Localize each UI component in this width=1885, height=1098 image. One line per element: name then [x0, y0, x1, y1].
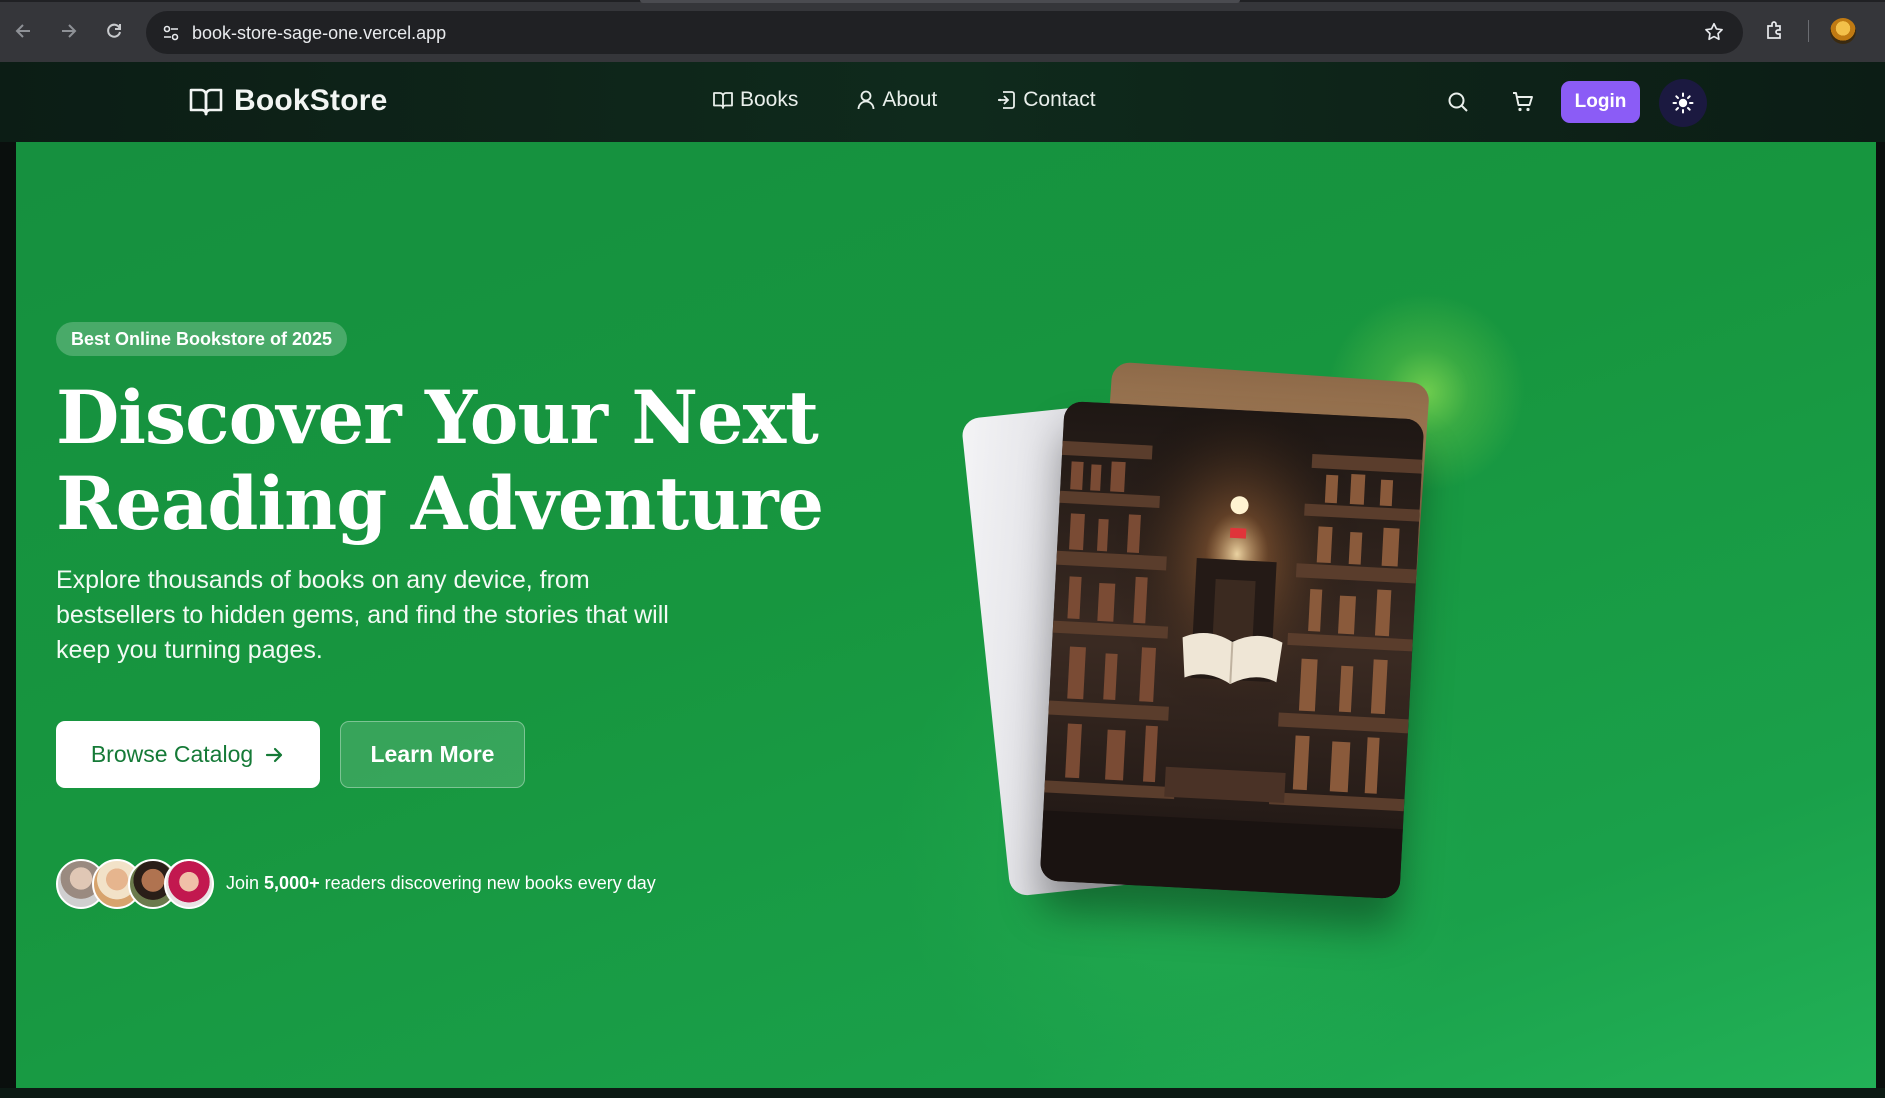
book-open-icon: [189, 88, 223, 116]
login-button[interactable]: Login: [1561, 81, 1640, 123]
user-icon: [857, 90, 875, 110]
search-button[interactable]: [1444, 88, 1472, 116]
social-proof-prefix: Join: [226, 873, 260, 893]
left-edge: [0, 142, 16, 1088]
library-image: [1039, 400, 1425, 900]
address-bar[interactable]: book-store-sage-one.vercel.app: [146, 11, 1743, 54]
social-proof-text: Join 5,000+ readers discovering new book…: [226, 873, 656, 894]
browse-catalog-label: Browse Catalog: [90, 741, 254, 767]
brand-logo[interactable]: BookStore: [188, 84, 388, 118]
url-text[interactable]: book-store-sage-one.vercel.app: [192, 23, 446, 44]
library-illustration: [1039, 400, 1425, 900]
page-viewport: BookStore Books About Contact Login Best…: [0, 62, 1885, 1098]
browser-chrome: book-store-sage-one.vercel.app: [0, 0, 1885, 62]
browse-catalog-button[interactable]: Browse Catalog: [56, 721, 320, 788]
nav-contact-label: Contact: [1023, 88, 1096, 111]
cart-button[interactable]: [1509, 88, 1537, 116]
hero-description: Explore thousands of books on any device…: [56, 566, 669, 664]
site-info-button[interactable]: [158, 20, 184, 46]
learn-more-button[interactable]: Learn More: [340, 721, 525, 788]
reader-count: 5,000+: [264, 873, 320, 893]
right-edge: [1876, 142, 1885, 1088]
sun-icon: [1672, 92, 1694, 114]
nav-about-label: About: [882, 88, 938, 111]
theme-toggle[interactable]: [1659, 79, 1707, 127]
reload-button[interactable]: [100, 17, 128, 45]
forward-button[interactable]: [54, 17, 82, 45]
back-button[interactable]: [10, 17, 38, 45]
nav-about[interactable]: About: [856, 88, 937, 112]
nav-books[interactable]: Books: [712, 88, 798, 112]
cart-icon: [1513, 92, 1533, 112]
tab-strip: [0, 0, 1885, 3]
contact-icon: [998, 91, 1016, 109]
main-nav: Books About Contact: [712, 88, 1096, 112]
extensions-puzzle-icon[interactable]: [1763, 18, 1787, 47]
award-badge: Best Online Bookstore of 2025: [56, 322, 348, 356]
reload-icon: [107, 23, 121, 38]
headline-line-1: Discover Your Next: [56, 375, 819, 461]
nav-books-label: Books: [740, 88, 799, 111]
search-icon: [1448, 92, 1468, 112]
arrow-right-icon: [266, 747, 283, 762]
social-proof-suffix: readers discovering new books every day: [324, 873, 656, 893]
toolbar-divider: [1808, 20, 1809, 42]
site-header: BookStore Books About Contact Login: [0, 62, 1885, 142]
arrow-right-icon: [62, 24, 77, 38]
profile-avatar[interactable]: [1830, 18, 1856, 44]
arrow-left-icon: [15, 24, 30, 38]
avatar: [164, 859, 214, 909]
headline-line-2: Reading Adventure: [56, 461, 824, 547]
bookmark-star-icon[interactable]: [1703, 21, 1725, 49]
brand-name: BookStore: [234, 84, 388, 117]
tune-icon: [163, 25, 179, 41]
hero-headline: Discover Your Next Reading Adventure: [56, 375, 856, 547]
reader-avatars: [56, 859, 216, 909]
nav-contact[interactable]: Contact: [995, 88, 1096, 112]
book-open-icon: [713, 92, 733, 109]
hero-section: Best Online Bookstore of 2025 Discover Y…: [16, 142, 1876, 1088]
